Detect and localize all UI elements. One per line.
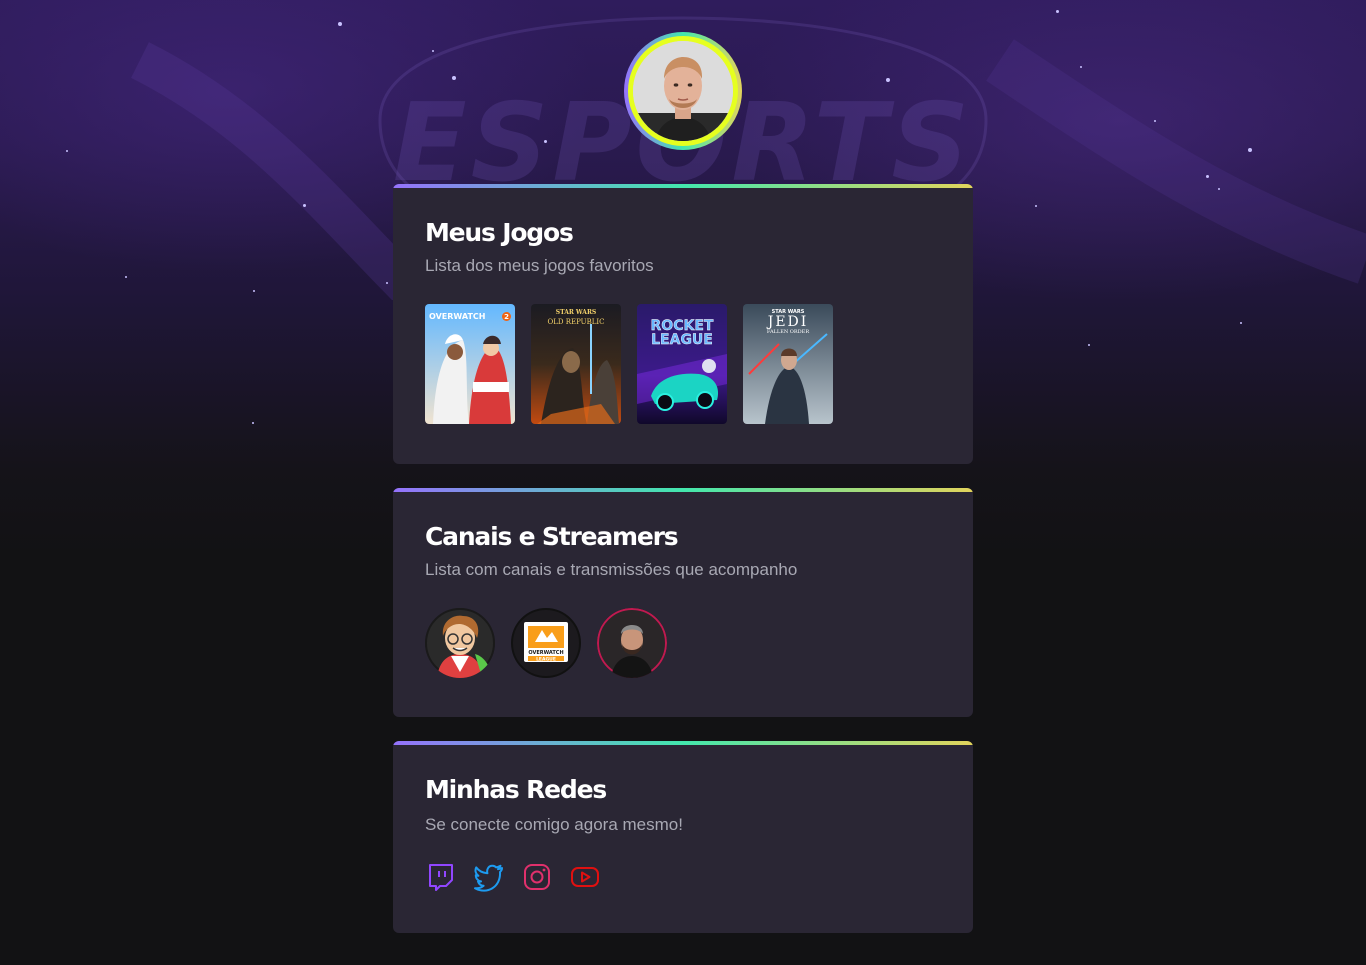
svg-text:STAR WARS: STAR WARS: [556, 309, 597, 316]
channels-subtitle: Lista com canais e transmissões que acom…: [425, 560, 798, 579]
svg-text:OVERWATCH: OVERWATCH: [528, 650, 563, 656]
instagram-icon[interactable]: [521, 861, 553, 893]
channels-list: OVERWATCH LEAGUE: [425, 608, 667, 678]
twitch-icon[interactable]: [425, 861, 457, 893]
svg-text:2: 2: [504, 313, 509, 321]
channels-card: Canais e Streamers Lista com canais e tr…: [393, 488, 973, 717]
social-card: Minhas Redes Se conecte comigo agora mes…: [393, 741, 973, 933]
profile-avatar: [624, 32, 742, 150]
channels-title: Canais e Streamers: [425, 522, 679, 551]
svg-text:JEDI: JEDI: [766, 314, 809, 330]
game-cover-rocket-league[interactable]: ROCKET LEAGUE: [637, 304, 727, 424]
channel-avatar-streamer[interactable]: [597, 608, 667, 678]
game-cover-jedi-fallen-order[interactable]: STAR WARS JEDI FALLEN ORDER: [743, 304, 833, 424]
games-card: Meus Jogos Lista dos meus jogos favorito…: [393, 184, 973, 464]
game-cover-star-wars-old-republic[interactable]: STAR WARS OLD REPUBLIC: [531, 304, 621, 424]
svg-text:LEAGUE: LEAGUE: [536, 657, 556, 663]
svg-text:FALLEN ORDER: FALLEN ORDER: [767, 329, 809, 335]
social-title: Minhas Redes: [425, 775, 607, 804]
youtube-icon[interactable]: [569, 861, 601, 893]
channel-avatar-overwatch-league[interactable]: OVERWATCH LEAGUE: [511, 608, 581, 678]
profile-photo: [633, 41, 733, 141]
games-list: OVERWATCH 2 STAR WARS OLD REPUBLIC ROCKE…: [425, 304, 833, 424]
games-title: Meus Jogos: [425, 218, 574, 247]
channel-avatar-cartoon[interactable]: [425, 608, 495, 678]
game-cover-overwatch-2[interactable]: OVERWATCH 2: [425, 304, 515, 424]
avatar-ring: [628, 36, 738, 146]
social-links: [425, 861, 601, 893]
svg-text:OLD REPUBLIC: OLD REPUBLIC: [547, 318, 604, 326]
svg-text:LEAGUE: LEAGUE: [651, 332, 713, 348]
games-subtitle: Lista dos meus jogos favoritos: [425, 256, 654, 275]
twitter-icon[interactable]: [473, 861, 505, 893]
overwatch-cover-text: OVERWATCH: [429, 312, 485, 321]
social-subtitle: Se conecte comigo agora mesmo!: [425, 815, 683, 834]
